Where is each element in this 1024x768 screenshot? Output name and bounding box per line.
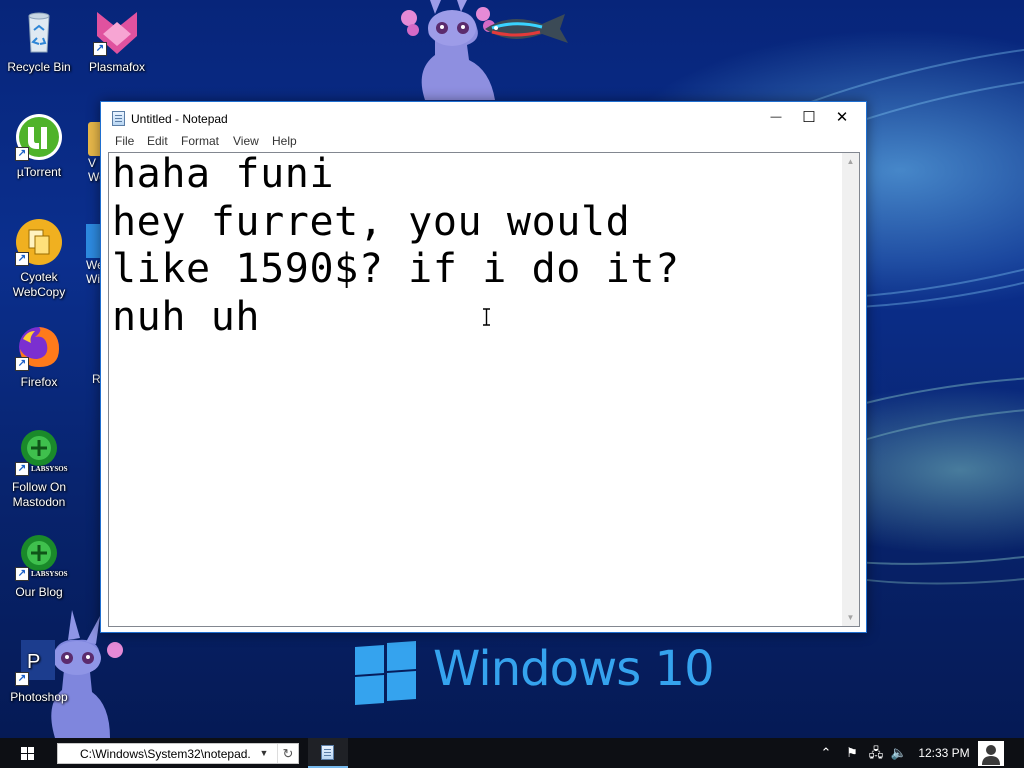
- taskbar: ▼ ↻ ⌃ ⚑ 🖧 🔈 12:33 PM: [0, 738, 1024, 768]
- menu-format[interactable]: Format: [181, 134, 219, 148]
- desktop-icon-photoshop[interactable]: P ↗ Photoshop: [0, 638, 78, 705]
- editor-text[interactable]: haha funi hey furret, you would like 159…: [112, 151, 842, 621]
- text-editor-area[interactable]: haha funi hey furret, you would like 159…: [108, 151, 860, 627]
- desktop-icon-label: µTorrent: [16, 165, 62, 179]
- address-input[interactable]: [60, 745, 252, 762]
- desktop-icon-cyotek-webcopy[interactable]: ↗ Cyotek WebCopy: [0, 218, 78, 300]
- shortcut-arrow-icon: ↗: [15, 672, 29, 686]
- notepad-menubar: File Edit Format View Help: [101, 133, 866, 152]
- shortcut-arrow-icon: ↗: [15, 462, 29, 476]
- notepad-titlebar[interactable]: Untitled - Notepad — ☐ ✕: [101, 102, 866, 133]
- close-button[interactable]: ✕: [825, 102, 859, 133]
- desktop-icon-label: Plasmafox: [88, 60, 146, 74]
- utorrent-icon: ↗: [15, 113, 63, 161]
- mastodon-icon: ↗ LABSYSOS: [15, 428, 68, 476]
- menu-help[interactable]: Help: [272, 134, 297, 148]
- chevron-down-icon[interactable]: ▼: [256, 744, 272, 763]
- desktop-icon-recycle-bin[interactable]: Recycle Bin: [0, 8, 78, 75]
- plasmafox-icon: ↗: [93, 8, 141, 56]
- minimize-button[interactable]: —: [759, 102, 793, 133]
- window-title: Untitled - Notepad: [131, 112, 228, 126]
- shortcut-arrow-icon: ↗: [93, 42, 107, 56]
- labsysos-badge: LABSYSOS: [31, 465, 68, 473]
- desktop-icon-label: Cyotek WebCopy: [12, 270, 66, 299]
- taskbar-notepad-button[interactable]: [308, 738, 348, 768]
- desktop-icon-label: Our Blog: [15, 585, 63, 599]
- notepad-app-icon: [112, 111, 125, 126]
- shortcut-arrow-icon: ↗: [15, 147, 29, 161]
- vertical-scrollbar[interactable]: ▲ ▼: [842, 153, 859, 626]
- start-button[interactable]: [0, 738, 48, 768]
- text-cursor-icon: [483, 308, 490, 326]
- fish-image: [485, 14, 568, 43]
- desktop-icon-plasmafox[interactable]: ↗ Plasmafox: [78, 8, 156, 75]
- desktop-icon-label: We Wi: [86, 258, 104, 286]
- network-icon[interactable]: 🖧: [865, 738, 887, 768]
- desktop-icon-utorrent[interactable]: ↗ µTorrent: [0, 113, 78, 180]
- flag-icon[interactable]: ⚑: [842, 738, 862, 768]
- desktop-icon-our-blog[interactable]: ↗ LABSYSOS Our Blog: [0, 533, 78, 600]
- labsysos-badge: LABSYSOS: [31, 570, 68, 578]
- windows-logo-icon: [355, 640, 417, 706]
- photoshop-icon: P ↗: [15, 638, 63, 686]
- menu-view[interactable]: View: [233, 134, 259, 148]
- shortcut-arrow-icon: ↗: [15, 357, 29, 371]
- shortcut-arrow-icon: ↗: [15, 567, 29, 581]
- svg-text:P: P: [27, 651, 40, 673]
- menu-file[interactable]: File: [115, 134, 134, 148]
- webcopy-icon: ↗: [15, 218, 63, 266]
- desktop-icon-label: Photoshop: [10, 690, 68, 704]
- recycle-bin-icon: [15, 8, 63, 56]
- refresh-icon[interactable]: ↻: [277, 744, 298, 763]
- windows-10-brand-text: Windows 10: [433, 641, 715, 697]
- desktop-icon-follow-on-mastodon[interactable]: ↗ LABSYSOS Follow On Mastodon: [0, 428, 78, 510]
- speaker-muted-icon[interactable]: 🔈: [888, 738, 910, 768]
- user-account-icon[interactable]: [978, 741, 1004, 766]
- notepad-app-icon: [321, 745, 334, 760]
- desktop-icon-label: Recycle Bin: [7, 60, 71, 74]
- notepad-window[interactable]: Untitled - Notepad — ☐ ✕ File Edit Forma…: [100, 101, 867, 633]
- desktop-icon-label: Firefox: [20, 375, 58, 389]
- blog-icon: ↗ LABSYSOS: [15, 533, 68, 581]
- scroll-up-arrow-icon[interactable]: ▲: [842, 153, 859, 170]
- start-logo-icon: [21, 747, 27, 753]
- firefox-icon: ↗: [15, 323, 63, 371]
- scroll-down-arrow-icon[interactable]: ▼: [842, 609, 859, 626]
- desktop-icon-label: Follow On Mastodon: [11, 480, 67, 509]
- clock[interactable]: 12:33 PM: [914, 738, 974, 768]
- address-bar[interactable]: ▼ ↻: [57, 743, 299, 764]
- chevron-up-icon[interactable]: ⌃: [815, 738, 837, 768]
- maximize-button[interactable]: ☐: [792, 102, 826, 133]
- menu-edit[interactable]: Edit: [147, 134, 168, 148]
- desktop-icon-firefox[interactable]: ↗ Firefox: [0, 323, 78, 390]
- shortcut-arrow-icon: ↗: [15, 252, 29, 266]
